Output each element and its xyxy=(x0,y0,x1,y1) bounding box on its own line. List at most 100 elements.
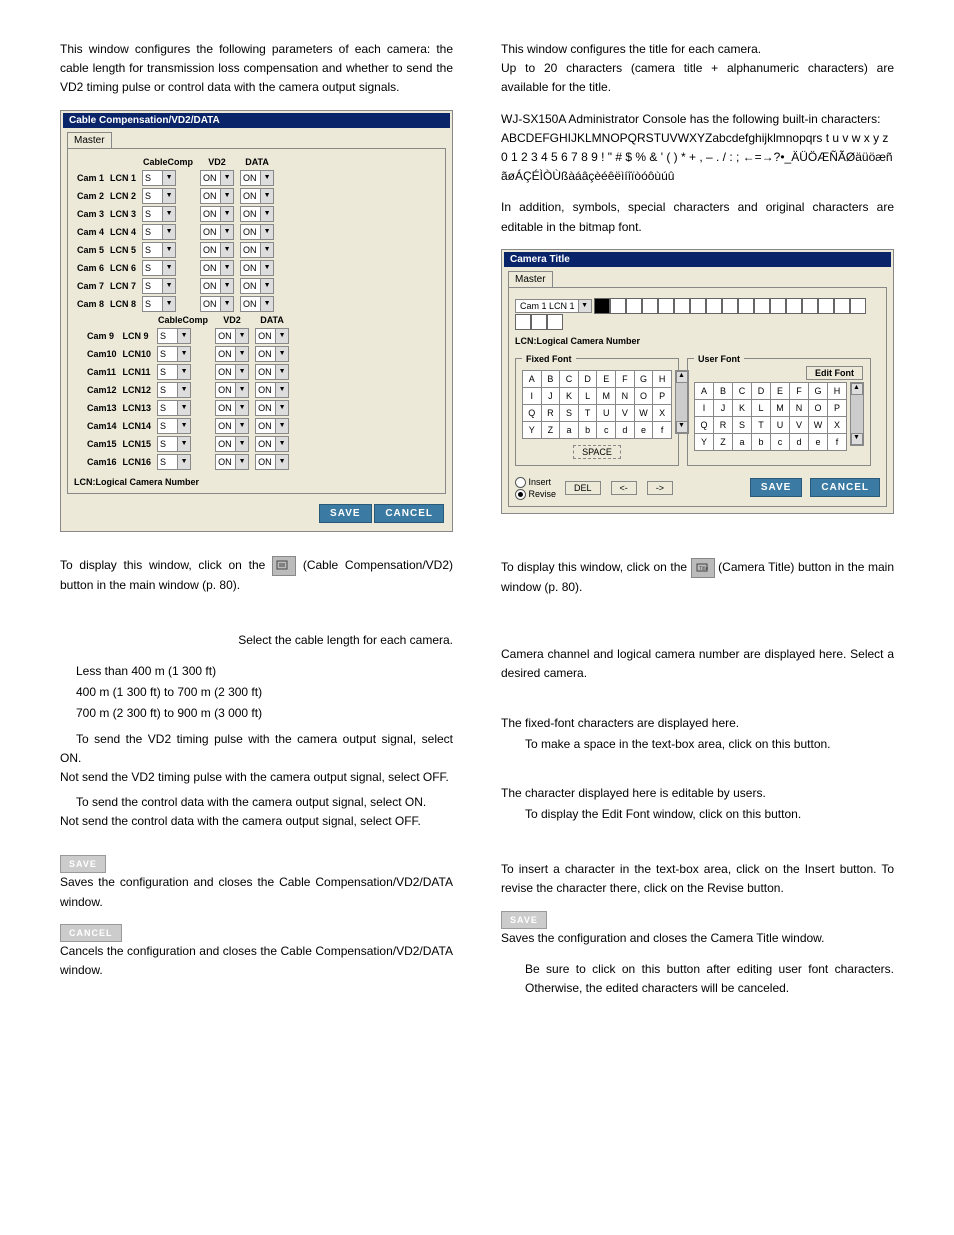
dropdown[interactable]: ON▼ xyxy=(240,170,274,186)
cable-comp-icon[interactable] xyxy=(272,556,296,576)
dropdown[interactable]: ON▼ xyxy=(215,382,249,398)
dropdown[interactable]: S▼ xyxy=(142,278,176,294)
char-cell[interactable]: M xyxy=(597,387,616,404)
save-button[interactable]: SAVE xyxy=(319,504,372,523)
char-cell[interactable]: V xyxy=(616,404,635,421)
dropdown[interactable]: ON▼ xyxy=(200,188,234,204)
dropdown[interactable]: S▼ xyxy=(157,436,191,452)
char-cell[interactable]: Y xyxy=(523,421,542,438)
char-cell[interactable]: T xyxy=(578,404,597,421)
char-cell[interactable]: V xyxy=(790,416,809,433)
dropdown[interactable]: ON▼ xyxy=(255,328,289,344)
dropdown[interactable]: ON▼ xyxy=(200,224,234,240)
char-cell[interactable]: O xyxy=(809,399,828,416)
char-cell[interactable]: I xyxy=(695,399,714,416)
char-cell[interactable]: F xyxy=(790,382,809,399)
char-cell[interactable]: H xyxy=(828,382,847,399)
dropdown[interactable]: ON▼ xyxy=(215,364,249,380)
char-cell[interactable]: a xyxy=(733,433,752,450)
char-cell[interactable]: J xyxy=(714,399,733,416)
dropdown[interactable]: ON▼ xyxy=(200,242,234,258)
title-char-box[interactable] xyxy=(658,298,674,314)
char-cell[interactable]: A xyxy=(695,382,714,399)
left-arrow-button[interactable]: <- xyxy=(611,481,637,495)
char-cell[interactable]: C xyxy=(733,382,752,399)
dropdown[interactable]: S▼ xyxy=(157,364,191,380)
title-char-box[interactable] xyxy=(786,298,802,314)
dropdown[interactable]: ON▼ xyxy=(240,260,274,276)
char-cell[interactable]: e xyxy=(634,421,653,438)
title-char-box[interactable] xyxy=(706,298,722,314)
save-button[interactable]: SAVE xyxy=(750,478,803,497)
dropdown[interactable]: S▼ xyxy=(142,170,176,186)
title-char-box[interactable] xyxy=(738,298,754,314)
dropdown[interactable]: ON▼ xyxy=(215,400,249,416)
dropdown[interactable]: ON▼ xyxy=(240,278,274,294)
dropdown[interactable]: ON▼ xyxy=(240,242,274,258)
char-cell[interactable]: W xyxy=(634,404,653,421)
char-cell[interactable]: f xyxy=(653,421,672,438)
char-cell[interactable]: C xyxy=(560,370,579,387)
master-tab[interactable]: Master xyxy=(67,132,112,148)
camera-select[interactable]: Cam 1 LCN 1▼ xyxy=(515,299,592,313)
dropdown[interactable]: ON▼ xyxy=(255,436,289,452)
del-button[interactable]: DEL xyxy=(565,481,601,495)
char-cell[interactable]: b xyxy=(578,421,597,438)
dropdown[interactable]: S▼ xyxy=(157,382,191,398)
dropdown[interactable]: S▼ xyxy=(157,328,191,344)
char-cell[interactable]: a xyxy=(560,421,579,438)
title-char-box[interactable] xyxy=(818,298,834,314)
char-cell[interactable]: Y xyxy=(695,433,714,450)
scrollbar[interactable]: ▲ ▼ xyxy=(850,382,864,446)
char-cell[interactable]: S xyxy=(733,416,752,433)
char-cell[interactable]: U xyxy=(597,404,616,421)
char-cell[interactable]: c xyxy=(597,421,616,438)
char-cell[interactable]: P xyxy=(653,387,672,404)
char-cell[interactable]: L xyxy=(752,399,771,416)
dropdown[interactable]: ON▼ xyxy=(200,206,234,222)
char-cell[interactable]: R xyxy=(541,404,560,421)
dropdown[interactable]: ON▼ xyxy=(215,436,249,452)
dropdown[interactable]: ON▼ xyxy=(255,364,289,380)
char-cell[interactable]: O xyxy=(634,387,653,404)
char-cell[interactable]: G xyxy=(809,382,828,399)
dropdown[interactable]: S▼ xyxy=(157,346,191,362)
dropdown[interactable]: S▼ xyxy=(142,188,176,204)
dropdown[interactable]: S▼ xyxy=(142,296,176,312)
char-cell[interactable]: f xyxy=(828,433,847,450)
char-cell[interactable]: L xyxy=(578,387,597,404)
char-cell[interactable]: B xyxy=(714,382,733,399)
char-cell[interactable]: N xyxy=(616,387,635,404)
dropdown[interactable]: ON▼ xyxy=(255,346,289,362)
char-cell[interactable]: I xyxy=(523,387,542,404)
char-cell[interactable]: K xyxy=(560,387,579,404)
dropdown[interactable]: S▼ xyxy=(142,242,176,258)
char-cell[interactable]: N xyxy=(790,399,809,416)
char-cell[interactable]: Q xyxy=(695,416,714,433)
char-cell[interactable]: D xyxy=(578,370,597,387)
edit-font-button[interactable]: Edit Font xyxy=(806,366,863,380)
dropdown[interactable]: S▼ xyxy=(142,206,176,222)
title-char-box[interactable] xyxy=(834,298,850,314)
dropdown[interactable]: S▼ xyxy=(157,400,191,416)
title-char-box[interactable] xyxy=(610,298,626,314)
dropdown[interactable]: ON▼ xyxy=(240,206,274,222)
title-char-box[interactable] xyxy=(531,314,547,330)
title-char-box[interactable] xyxy=(547,314,563,330)
char-cell[interactable]: M xyxy=(771,399,790,416)
char-cell[interactable]: d xyxy=(790,433,809,450)
char-cell[interactable]: F xyxy=(616,370,635,387)
char-cell[interactable]: B xyxy=(541,370,560,387)
char-cell[interactable]: X xyxy=(653,404,672,421)
char-cell[interactable]: A xyxy=(523,370,542,387)
dropdown[interactable]: ON▼ xyxy=(240,296,274,312)
right-arrow-button[interactable]: -> xyxy=(647,481,673,495)
char-cell[interactable]: S xyxy=(560,404,579,421)
title-char-box[interactable] xyxy=(770,298,786,314)
dropdown[interactable]: ON▼ xyxy=(200,170,234,186)
dropdown[interactable]: ON▼ xyxy=(215,328,249,344)
char-cell[interactable]: P xyxy=(828,399,847,416)
char-cell[interactable]: R xyxy=(714,416,733,433)
insert-revise-radios[interactable]: Insert Revise xyxy=(515,476,556,500)
char-cell[interactable]: E xyxy=(597,370,616,387)
